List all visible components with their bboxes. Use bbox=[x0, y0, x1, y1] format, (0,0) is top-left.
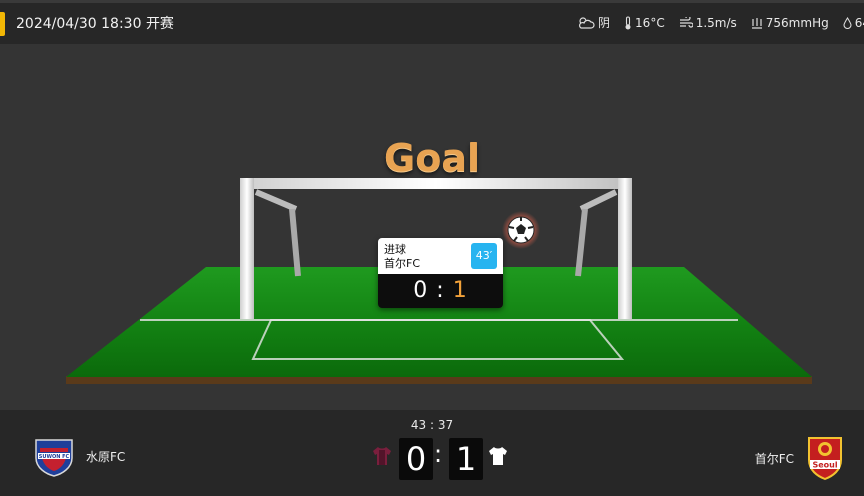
event-label: 进球 bbox=[384, 243, 406, 256]
weather-bar: 阴 16°C 1.5m/s 756mmHg 64 bbox=[577, 14, 864, 31]
goal-animation-stage: Goal 进球 首尔FC 43′ 0 : 1 bbox=[0, 44, 864, 410]
home-team-name: 水原FC bbox=[86, 449, 126, 464]
goal-back-left bbox=[254, 189, 298, 212]
wind-icon bbox=[679, 16, 693, 28]
soccer-ball-icon bbox=[507, 216, 535, 244]
pitch-graphic bbox=[66, 178, 812, 384]
match-clock: 43 : 37 bbox=[410, 418, 454, 432]
weather-pressure: 756mmHg bbox=[751, 16, 829, 30]
weather-condition: 阴 bbox=[577, 14, 610, 31]
goal-back-right bbox=[579, 189, 618, 212]
cloudy-icon bbox=[579, 16, 595, 29]
goal-right-post bbox=[618, 178, 632, 319]
weather-humidity: 64 bbox=[843, 16, 864, 30]
event-score-home: 0 bbox=[413, 278, 429, 303]
home-score: 0 bbox=[399, 438, 433, 480]
accent-marker bbox=[0, 12, 5, 36]
weather-temperature: 16°C bbox=[624, 16, 665, 30]
pressure-icon bbox=[751, 17, 762, 29]
goal-left-post bbox=[240, 178, 254, 319]
kickoff-time: 2024/04/30 18:30 开赛 bbox=[16, 16, 174, 32]
away-score: 1 bbox=[449, 438, 483, 480]
top-bar: 2024/04/30 18:30 开赛 阴 16°C 1.5m/s 756mmH… bbox=[0, 0, 864, 44]
goal-event-card: 进球 首尔FC 43′ 0 : 1 bbox=[378, 238, 503, 308]
goal-event-header: 进球 首尔FC 43′ bbox=[378, 238, 503, 274]
score-separator: : bbox=[434, 440, 443, 468]
pitch-soil bbox=[66, 376, 812, 384]
temperature-label: 16°C bbox=[635, 15, 665, 30]
weather-condition-label: 阴 bbox=[598, 16, 611, 30]
away-team[interactable]: 首尔FC Seoul bbox=[755, 434, 846, 482]
svg-text:Seoul: Seoul bbox=[812, 461, 837, 470]
event-score-away: 1 bbox=[452, 278, 468, 303]
away-kit-icon bbox=[489, 447, 507, 465]
goal-back-right-post bbox=[575, 208, 588, 277]
weather-wind: 1.5m/s bbox=[679, 16, 737, 30]
event-score-separator: : bbox=[436, 278, 445, 303]
event-minute-badge: 43′ bbox=[471, 243, 497, 269]
thermometer-icon bbox=[625, 15, 631, 29]
droplet-icon bbox=[843, 16, 852, 29]
goal-event-text: 进球 首尔FC bbox=[384, 243, 420, 271]
home-team[interactable]: SUWON FC 水原FC bbox=[30, 434, 125, 478]
home-team-logo: SUWON FC bbox=[35, 439, 73, 477]
goal-title: Goal bbox=[384, 136, 480, 180]
svg-text:SUWON FC: SUWON FC bbox=[39, 454, 70, 460]
scoreboard: 43 : 37 SUWON FC 水原FC 0 : 1 首尔FC Seoul bbox=[0, 410, 864, 496]
away-team-name: 首尔FC bbox=[754, 451, 794, 466]
wind-label: 1.5m/s bbox=[695, 15, 737, 30]
home-kit-icon bbox=[373, 447, 391, 465]
away-team-logo: Seoul bbox=[808, 437, 842, 481]
pressure-label: 756mmHg bbox=[765, 15, 829, 30]
humidity-label: 64 bbox=[854, 15, 864, 30]
event-team: 首尔FC bbox=[384, 257, 421, 270]
goal-back-left-post bbox=[289, 208, 301, 277]
event-scoreline: 0 : 1 bbox=[378, 274, 503, 308]
